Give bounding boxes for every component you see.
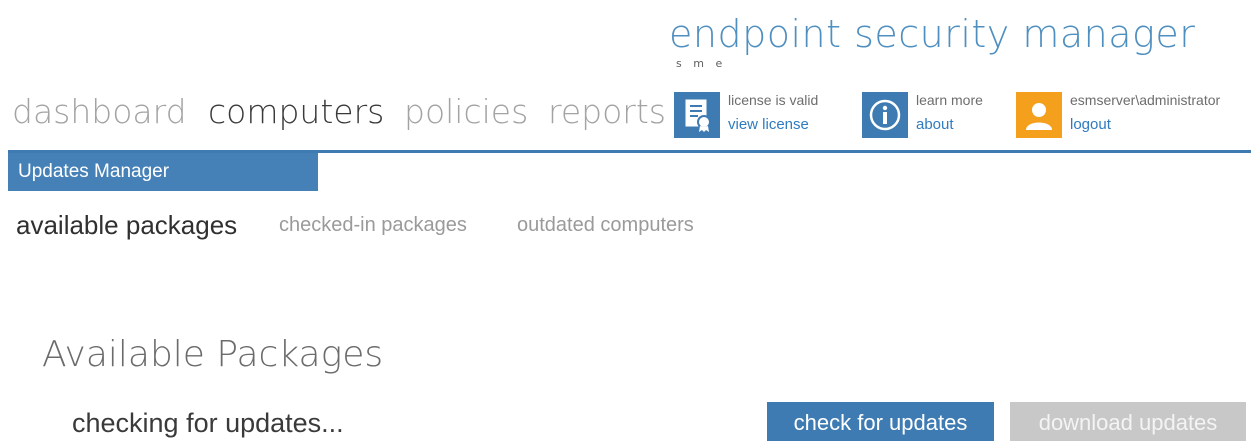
app-title: endpoint security manager xyxy=(669,12,1196,56)
nav-dashboard[interactable]: dashboard xyxy=(12,92,187,131)
view-license-link[interactable]: view license xyxy=(728,116,809,133)
tab-available-packages[interactable]: available packages xyxy=(16,210,237,241)
user-avatar-icon[interactable] xyxy=(1016,92,1062,138)
username: esmserver\administrator xyxy=(1070,92,1221,108)
info-icon[interactable] xyxy=(862,92,908,138)
about-link[interactable]: about xyxy=(916,116,954,133)
certificate-icon[interactable] xyxy=(674,92,720,138)
license-status: license is valid xyxy=(728,92,819,108)
page-title: Available Packages xyxy=(42,334,384,375)
logout-link[interactable]: logout xyxy=(1070,116,1111,133)
tab-checked-in-packages[interactable]: checked-in packages xyxy=(279,214,467,237)
check-for-updates-button[interactable]: check for updates xyxy=(767,402,994,441)
nav-reports[interactable]: reports xyxy=(548,92,666,131)
nav-computers[interactable]: computers xyxy=(208,92,384,131)
tab-outdated-computers[interactable]: outdated computers xyxy=(517,214,694,237)
app-subtitle: s m e xyxy=(676,57,727,70)
download-updates-button[interactable]: download updates xyxy=(1010,402,1246,441)
section-header: Updates Manager xyxy=(8,153,318,191)
learn-more-text: learn more xyxy=(916,92,983,108)
status-text: checking for updates... xyxy=(72,408,344,438)
nav-policies[interactable]: policies xyxy=(404,92,528,131)
